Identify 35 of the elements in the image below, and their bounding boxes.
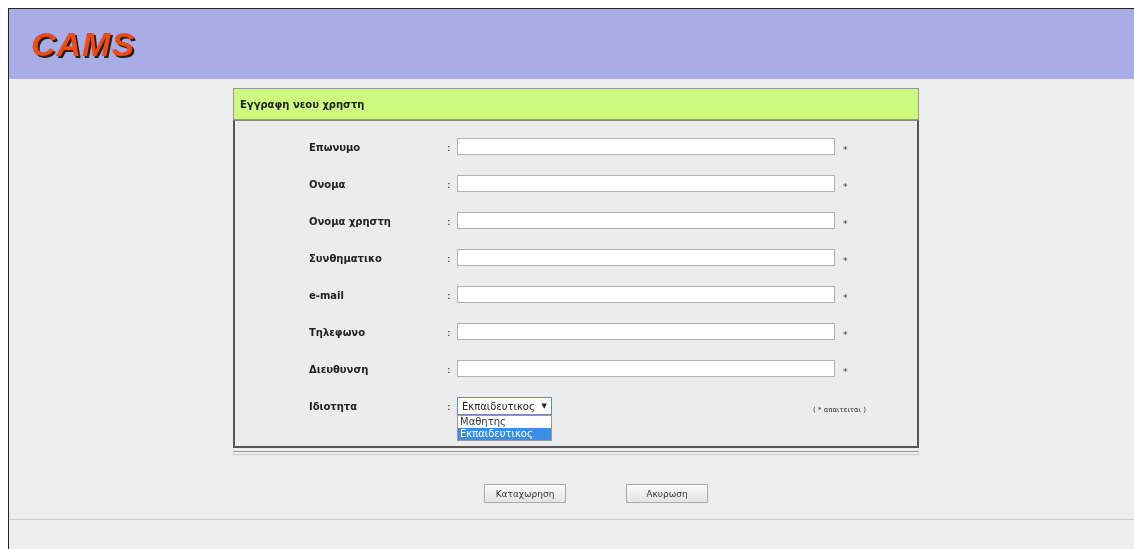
field-label: Επωνυμο bbox=[309, 141, 362, 155]
logo: CAMS bbox=[31, 24, 136, 64]
colon: : bbox=[447, 177, 452, 193]
field-label: Ιδιοτητα bbox=[309, 400, 359, 414]
button[interactable]: Ακυρωση bbox=[626, 484, 708, 503]
required-mark: * bbox=[843, 145, 848, 155]
input-field[interactable] bbox=[457, 360, 835, 377]
input-field[interactable] bbox=[457, 286, 835, 303]
colon: : bbox=[447, 399, 452, 415]
required-mark: * bbox=[843, 182, 848, 192]
required-mark: * bbox=[843, 256, 848, 266]
form-title: Εγγραφη νεου χρηστη bbox=[233, 88, 919, 120]
field-label: Τηλεφωνο bbox=[309, 326, 367, 340]
field-label: Διευθυνση bbox=[309, 363, 370, 377]
input-field[interactable] bbox=[457, 138, 835, 155]
colon: : bbox=[447, 288, 452, 304]
button[interactable]: Καταχωρηση bbox=[484, 484, 566, 503]
field-label: Συνθηματικο bbox=[309, 252, 383, 266]
required-mark: * bbox=[843, 293, 848, 303]
colon: : bbox=[447, 362, 452, 378]
input-field[interactable] bbox=[457, 249, 835, 266]
required-mark: * bbox=[843, 330, 848, 340]
colon: : bbox=[447, 140, 452, 156]
field-label: Ονομα χρηστη bbox=[309, 215, 392, 229]
colon: : bbox=[447, 251, 452, 267]
input-field[interactable] bbox=[457, 323, 835, 340]
required-mark: * bbox=[843, 367, 848, 377]
field-label: e-mail bbox=[309, 289, 345, 303]
field-label: Ονομα bbox=[309, 178, 347, 192]
dropdown-option[interactable]: Μαθητης bbox=[458, 416, 551, 428]
input-field[interactable] bbox=[457, 212, 835, 229]
input-field[interactable] bbox=[457, 175, 835, 192]
colon: : bbox=[447, 325, 452, 341]
required-mark: * bbox=[843, 219, 848, 229]
colon: : bbox=[447, 214, 452, 230]
